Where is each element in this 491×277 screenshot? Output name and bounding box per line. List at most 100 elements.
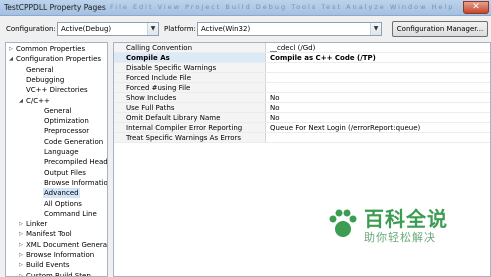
tree-item-label: Advanced <box>43 188 80 199</box>
tree-item[interactable]: ▷ Common Properties <box>6 44 107 54</box>
collapsed-arrow-icon[interactable]: ▷ <box>18 271 24 276</box>
tree-item-label: Common Properties <box>16 45 86 53</box>
tree-item[interactable]: ▷ Linker <box>6 219 107 229</box>
property-name: Forced Include File <box>114 73 266 82</box>
tree-item[interactable]: Browse Information <box>6 178 108 188</box>
tree-item-label: Browse Information <box>26 251 95 259</box>
property-value[interactable]: No <box>270 103 280 113</box>
tree-item[interactable]: Optimization <box>6 116 107 126</box>
property-row[interactable]: Internal Compiler Error Reporting Queue F… <box>114 123 490 133</box>
expanded-arrow-icon[interactable]: ◢ <box>8 54 14 64</box>
watermark: 百科全说 助你轻松解决 <box>326 203 476 253</box>
title-bar[interactable]: TestCPPDLL Property Pages File Edit View… <box>0 0 491 16</box>
property-pages-window: TestCPPDLL Property Pages File Edit View… <box>0 0 491 277</box>
tree-item-label: All Options <box>44 199 82 208</box>
property-row[interactable]: Treat Specific Warnings As Errors <box>114 133 490 143</box>
collapsed-arrow-icon[interactable]: ▷ <box>18 250 24 260</box>
collapsed-arrow-icon[interactable]: ▷ <box>18 219 24 229</box>
tree-item[interactable]: Language <box>6 147 107 157</box>
chevron-down-icon: ▼ <box>370 23 381 35</box>
paw-logo-icon <box>329 209 357 237</box>
property-tree[interactable]: ▷ Common Properties ◢ Configuration Propert… <box>5 42 108 277</box>
tree-item[interactable]: Precompiled Header <box>6 157 108 167</box>
property-row[interactable]: Omit Default Library Name No <box>114 113 490 123</box>
tree-item[interactable]: ◢ C/C++ <box>6 96 107 106</box>
tree-item-label: Manifest Tool <box>26 230 72 239</box>
platform-dropdown[interactable]: Active(Win32) ▼ <box>197 22 382 36</box>
property-name: Disable Specific Warnings <box>114 63 266 72</box>
tree-item-label: Debugging <box>26 75 65 84</box>
property-row[interactable]: Forced #using File <box>114 83 490 93</box>
tree-item-label: General <box>26 65 54 74</box>
property-name: Forced #using File <box>114 83 266 92</box>
collapsed-arrow-icon[interactable]: ▷ <box>18 260 24 270</box>
property-value[interactable]: __cdecl (/Gd) <box>270 43 315 53</box>
collapsed-arrow-icon[interactable]: ▷ <box>18 229 24 239</box>
property-name: Compile As <box>114 53 266 62</box>
property-row[interactable]: Forced Include File <box>114 73 490 83</box>
property-name: Show Includes <box>114 93 266 102</box>
tree-item[interactable]: General <box>6 106 107 116</box>
tree-item-label: Linker <box>26 220 48 229</box>
tree-item[interactable]: ▷ Build Events <box>6 260 107 270</box>
property-value[interactable]: Queue For Next Login (/errorReport:queue… <box>270 123 420 133</box>
tree-item-label: Build Events <box>26 261 70 270</box>
tree-item-label: XML Document Generat <box>26 240 108 249</box>
window-title: TestCPPDLL Property Pages <box>4 3 106 12</box>
collapsed-arrow-icon[interactable]: ▷ <box>18 240 24 250</box>
expanded-arrow-icon[interactable]: ◢ <box>18 96 24 106</box>
tree-item[interactable]: ▷ XML Document Generat <box>6 240 108 250</box>
property-name: Omit Default Library Name <box>114 113 266 122</box>
tree-item[interactable]: ▷ Custom Build Step <box>6 271 107 277</box>
tree-item-label: Command Line <box>44 209 97 218</box>
property-row[interactable]: Show Includes No <box>114 93 490 103</box>
tree-item[interactable]: Code Generation <box>6 137 107 147</box>
tree-item-label: Precompiled Header <box>44 158 108 167</box>
configuration-dropdown[interactable]: Active(Debug) ▼ <box>57 22 159 36</box>
property-row[interactable]: Calling Convention __cdecl (/Gd) <box>114 43 490 53</box>
tree-item[interactable]: All Options <box>6 199 107 209</box>
platform-label: Platform: <box>164 25 196 33</box>
watermark-title: 百科全说 <box>364 207 448 231</box>
configuration-manager-button[interactable]: Configuration Manager... <box>392 21 488 37</box>
tree-item-label: Output Files <box>44 168 86 177</box>
property-name: Treat Specific Warnings As Errors <box>114 133 266 142</box>
tree-item-label: VC++ Directories <box>26 86 88 95</box>
configuration-toolbar: Configuration: Active(Debug) ▼ Platform:… <box>0 16 491 42</box>
tree-item-label: Configuration Properties <box>16 55 102 64</box>
tree-item[interactable]: General <box>6 65 107 75</box>
property-name: Use Full Paths <box>114 103 266 112</box>
tree-item[interactable]: Command Line <box>6 209 107 219</box>
tree-item-label: General <box>44 106 72 115</box>
tree-item-label: Browse Information <box>44 178 108 187</box>
tree-item[interactable]: ◢ Configuration Properties <box>6 54 107 64</box>
property-row[interactable]: Use Full Paths No <box>114 103 490 113</box>
tree-item-label: C/C++ <box>26 96 50 105</box>
property-name: Calling Convention <box>114 43 266 52</box>
tree-item-label: Language <box>44 148 79 156</box>
configuration-label: Configuration: <box>6 25 56 33</box>
property-value[interactable]: No <box>270 93 280 103</box>
background-menu-bar: File Edit View Project Build Debug Tools… <box>110 3 455 11</box>
tree-item-label: Code Generation <box>44 137 104 146</box>
tree-item-label: Custom Build Step <box>26 271 91 277</box>
tree-item[interactable]: Advanced <box>6 188 107 199</box>
watermark-subtitle: 助你轻松解决 <box>364 231 436 244</box>
property-row[interactable]: Disable Specific Warnings <box>114 63 490 73</box>
property-value[interactable]: No <box>270 113 280 123</box>
tree-item[interactable]: Preprocessor <box>6 126 107 136</box>
tree-item[interactable]: Output Files <box>6 168 107 178</box>
tree-item[interactable]: ▷ Browse Information <box>6 250 107 260</box>
close-button[interactable]: ✕ <box>463 1 489 14</box>
tree-item[interactable]: ▷ Manifest Tool <box>6 229 107 239</box>
close-icon: ✕ <box>472 2 480 12</box>
configuration-value: Active(Debug) <box>61 25 112 33</box>
collapsed-arrow-icon[interactable]: ▷ <box>8 44 14 54</box>
tree-item[interactable]: Debugging <box>6 75 107 85</box>
property-row[interactable]: Compile As Compile as C++ Code (/TP) <box>114 53 490 63</box>
tree-item[interactable]: VC++ Directories <box>6 85 107 95</box>
property-value[interactable]: Compile as C++ Code (/TP) <box>270 53 376 63</box>
chevron-down-icon: ▼ <box>147 23 158 35</box>
tree-item-label: Preprocessor <box>44 127 90 136</box>
platform-value: Active(Win32) <box>201 25 251 33</box>
